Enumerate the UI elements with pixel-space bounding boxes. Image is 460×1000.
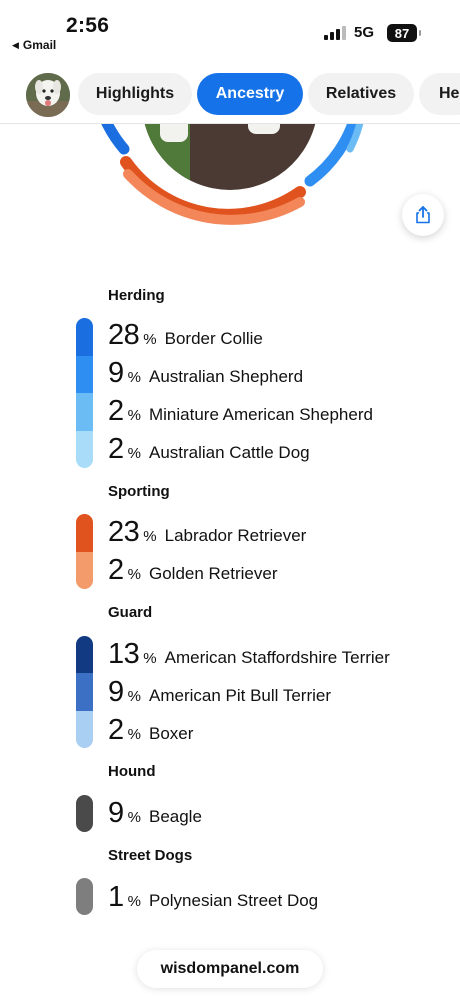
percent-sign: %	[127, 407, 141, 424]
tab-relatives[interactable]: Relatives	[308, 73, 414, 115]
breed-row[interactable]: 9 % Australian Shepherd	[108, 357, 303, 390]
breed-row[interactable]: 28 % Border Collie	[108, 319, 263, 352]
status-bar: 2:56 ◀ Gmail 5G 87	[0, 0, 460, 60]
guard-color-bar	[76, 636, 93, 748]
breed-name: Miniature American Shepherd	[148, 405, 373, 424]
group-title-street-dogs: Street Dogs	[108, 847, 193, 864]
percent-sign: %	[143, 331, 157, 348]
percent-sign: %	[127, 445, 141, 462]
back-triangle-icon: ◀	[12, 39, 19, 50]
breed-percent: 2	[108, 395, 124, 427]
group-title-sporting: Sporting	[108, 483, 170, 500]
breed-row[interactable]: 2 % Australian Cattle Dog	[108, 433, 310, 466]
breed-name: Labrador Retriever	[164, 526, 307, 545]
street-dogs-color-bar	[76, 878, 93, 915]
group-title-guard: Guard	[108, 604, 153, 621]
share-button[interactable]	[402, 194, 444, 236]
percent-sign: %	[127, 688, 141, 705]
percent-sign: %	[143, 650, 157, 667]
herding-color-bar	[76, 318, 93, 468]
breed-percent: 13	[108, 638, 140, 670]
breed-name: Boxer	[148, 724, 194, 743]
share-icon	[416, 206, 430, 224]
breed-row[interactable]: 2 % Miniature American Shepherd	[108, 395, 373, 428]
signal-bars-icon	[324, 26, 346, 40]
tab-health[interactable]: He	[419, 73, 460, 115]
breed-row[interactable]: 9 % Beagle	[108, 797, 202, 830]
breed-name: American Pit Bull Terrier	[148, 686, 332, 705]
tab-ancestry[interactable]: Ancestry	[197, 73, 303, 115]
breed-percent: 23	[108, 516, 140, 548]
percent-sign: %	[127, 893, 141, 910]
percent-sign: %	[127, 809, 141, 826]
dog-avatar[interactable]	[26, 73, 70, 117]
breed-row[interactable]: 9 % American Pit Bull Terrier	[108, 676, 331, 709]
sporting-color-bar	[76, 514, 93, 589]
back-app-label: Gmail	[22, 38, 57, 52]
breed-percent: 9	[108, 676, 124, 708]
breed-percent: 2	[108, 554, 124, 586]
breed-row[interactable]: 2 % Golden Retriever	[108, 554, 278, 587]
percent-sign: %	[127, 566, 141, 583]
breed-name: Beagle	[148, 807, 202, 826]
group-title-herding: Herding	[108, 287, 165, 304]
percent-sign: %	[127, 369, 141, 386]
breed-percent: 2	[108, 433, 124, 465]
clock: 2:56	[66, 14, 110, 37]
hound-color-bar	[76, 795, 93, 832]
breed-name: Golden Retriever	[148, 564, 278, 583]
battery-level: 87	[394, 25, 410, 41]
percent-sign: %	[127, 726, 141, 743]
breed-row[interactable]: 2 % Boxer	[108, 714, 193, 747]
breed-percent: 9	[108, 357, 124, 389]
network-indicator: 5G	[354, 24, 375, 41]
breed-row[interactable]: 23 % Labrador Retriever	[108, 516, 306, 549]
breed-row[interactable]: 1 % Polynesian Street Dog	[108, 881, 318, 914]
breed-name: Polynesian Street Dog	[148, 891, 319, 910]
section-tabs: Highlights Ancestry Relatives He	[0, 70, 460, 120]
breed-percent: 28	[108, 319, 140, 351]
back-to-app-link[interactable]: ◀ Gmail	[12, 38, 56, 52]
breed-percent: 1	[108, 881, 124, 913]
breed-name: Australian Cattle Dog	[148, 443, 310, 462]
breed-name: Australian Shepherd	[148, 367, 304, 386]
tab-highlights[interactable]: Highlights	[78, 73, 192, 115]
group-title-hound: Hound	[108, 763, 156, 780]
breed-name: American Staffordshire Terrier	[164, 648, 390, 667]
breed-name: Border Collie	[164, 329, 263, 348]
battery-icon: 87	[387, 24, 421, 42]
breed-percent: 2	[108, 714, 124, 746]
breed-row[interactable]: 13 % American Staffordshire Terrier	[108, 638, 390, 671]
percent-sign: %	[143, 528, 157, 545]
ancestry-ring-chart	[60, 124, 400, 234]
breed-percent: 9	[108, 797, 124, 829]
url-domain-pill[interactable]: wisdompanel.com	[137, 950, 323, 988]
